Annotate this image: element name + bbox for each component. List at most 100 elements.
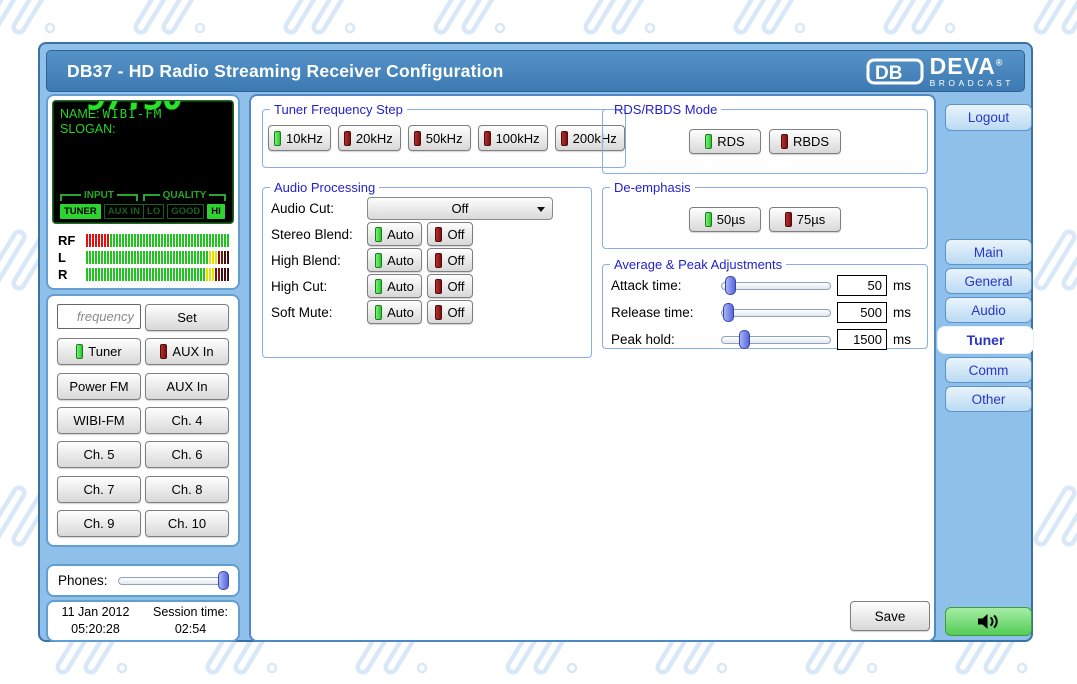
preset-ch5-button[interactable]: Ch. 5 — [57, 441, 141, 468]
slider-thumb[interactable] — [723, 303, 734, 322]
preset-wibi-fm-button[interactable]: WIBI-FM — [57, 407, 141, 434]
section-legend: Audio Processing — [270, 180, 379, 195]
audio-cut-label: Audio Cut: — [271, 201, 367, 216]
deva-logo: DB DEVA® BROADCAST — [866, 55, 1014, 88]
frequency-input[interactable] — [57, 304, 141, 329]
sidebar-item-comm[interactable]: Comm — [945, 357, 1032, 383]
led-indicator — [435, 227, 442, 242]
rbds-button[interactable]: RBDS — [769, 129, 841, 154]
led-indicator — [160, 344, 167, 359]
step-50khz-button[interactable]: 50kHz — [408, 125, 471, 151]
preset-ch7-button[interactable]: Ch. 7 — [57, 476, 141, 503]
unit-label: ms — [893, 332, 919, 347]
attack-time-slider[interactable] — [721, 276, 831, 295]
aux-in-source-button[interactable]: AUX In — [145, 338, 229, 365]
rds-button[interactable]: RDS — [689, 129, 761, 154]
section-legend: RDS/RBDS Mode — [610, 102, 721, 117]
logo-subtext: BROADCAST — [930, 79, 1014, 88]
led-indicator — [76, 344, 83, 359]
sidebar-item-general[interactable]: General — [945, 268, 1032, 294]
sidebar-item-tuner[interactable]: Tuner — [937, 326, 1034, 354]
watermark-db-icon — [1025, 0, 1077, 39]
unit-label: ms — [893, 305, 919, 320]
deva-db-mark-icon: DB — [866, 58, 924, 85]
sidebar-item-other[interactable]: Other — [945, 386, 1032, 412]
led-indicator — [781, 134, 788, 149]
watermark-db-icon — [725, 0, 807, 39]
speaker-button[interactable] — [945, 607, 1032, 636]
watermark-db-icon — [275, 0, 357, 39]
slider-thumb[interactable] — [725, 276, 736, 295]
tuner-settings-panel: Tuner Frequency Step 10kHz 20kHz 50kHz — [249, 94, 936, 642]
release-time-slider[interactable] — [721, 303, 831, 322]
high-blend-off-button[interactable]: Off — [427, 248, 473, 272]
save-button[interactable]: Save — [850, 601, 930, 631]
attack-time-label: Attack time: — [611, 278, 705, 293]
led-indicator — [435, 279, 442, 294]
preset-ch4-button[interactable]: Ch. 4 — [145, 407, 229, 434]
led-indicator — [375, 305, 382, 320]
high-cut-off-button[interactable]: Off — [427, 274, 473, 298]
session-time-label: Session time: — [143, 604, 238, 622]
high-blend-auto-button[interactable]: Auto — [367, 248, 422, 272]
soft-mute-auto-button[interactable]: Auto — [367, 300, 422, 324]
preset-aux-in-button[interactable]: AUX In — [145, 373, 229, 400]
led-indicator — [705, 134, 712, 149]
frequency-readout: 188.88 97.50 — [56, 100, 234, 224]
set-button[interactable]: Set — [145, 304, 229, 331]
sidebar-nav: Main General Audio Tuner Comm Other — [945, 239, 1032, 412]
led-indicator — [435, 253, 442, 268]
page-title: DB37 - HD Radio Streaming Receiver Confi… — [67, 61, 503, 82]
slider-thumb[interactable] — [739, 330, 750, 349]
watermark-db-icon — [0, 0, 57, 39]
sidebar-item-main[interactable]: Main — [945, 239, 1032, 265]
logo-brand: DEVA — [930, 53, 996, 79]
datetime-panel: 11 Jan 2012 05:20:28 Session time: 02:54 — [46, 600, 240, 642]
title-bar: DB37 - HD Radio Streaming Receiver Confi… — [46, 50, 1025, 92]
registered-mark: ® — [996, 57, 1004, 67]
led-indicator — [375, 253, 382, 268]
peak-hold-slider[interactable] — [721, 330, 831, 349]
preset-ch8-button[interactable]: Ch. 8 — [145, 476, 229, 503]
preset-ch9-button[interactable]: Ch. 9 — [57, 510, 141, 537]
led-indicator — [561, 131, 568, 146]
audio-cut-select[interactable]: Off — [367, 197, 553, 220]
stereo-blend-off-button[interactable]: Off — [427, 222, 473, 246]
step-20khz-button[interactable]: 20kHz — [338, 125, 401, 151]
peak-hold-label: Peak hold: — [611, 332, 705, 347]
preset-ch6-button[interactable]: Ch. 6 — [145, 441, 229, 468]
deemphasis-75us-button[interactable]: 75µs — [769, 207, 841, 232]
level-meters: RF L R — [52, 224, 234, 283]
step-100khz-button[interactable]: 100kHz — [478, 125, 548, 151]
watermark-db-icon — [125, 0, 207, 39]
audio-processing-section: Audio Processing Audio Cut: Off Stereo B… — [262, 180, 592, 358]
slider-thumb[interactable] — [218, 571, 229, 590]
step-10khz-button[interactable]: 10kHz — [268, 125, 331, 151]
high-cut-auto-button[interactable]: Auto — [367, 274, 422, 298]
average-peak-adjustments-section: Average & Peak Adjustments Attack time: … — [602, 257, 928, 349]
deva-logo-text: DEVA® BROADCAST — [930, 55, 1014, 88]
release-time-value[interactable]: 500 — [837, 302, 887, 323]
svg-text:DB: DB — [875, 63, 902, 84]
led-indicator — [484, 131, 491, 146]
stereo-blend-auto-button[interactable]: Auto — [367, 222, 422, 246]
stereo-blend-label: Stereo Blend: — [271, 227, 367, 242]
section-legend: Tuner Frequency Step — [270, 102, 407, 117]
preset-ch10-button[interactable]: Ch. 10 — [145, 510, 229, 537]
section-legend: Average & Peak Adjustments — [610, 257, 786, 272]
logout-button[interactable]: Logout — [945, 104, 1032, 131]
phones-volume-slider[interactable] — [118, 571, 228, 590]
tuner-frequency-step-section: Tuner Frequency Step 10kHz 20kHz 50kHz — [262, 102, 626, 168]
unit-label: ms — [893, 278, 919, 293]
deemphasis-50us-button[interactable]: 50µs — [689, 207, 761, 232]
high-cut-label: High Cut: — [271, 279, 367, 294]
attack-time-value[interactable]: 50 — [837, 275, 887, 296]
tuner-source-button[interactable]: Tuner — [57, 338, 141, 365]
soft-mute-off-button[interactable]: Off — [427, 300, 473, 324]
led-indicator — [375, 227, 382, 242]
peak-hold-value[interactable]: 1500 — [837, 329, 887, 350]
date-value: 11 Jan 2012 — [48, 604, 143, 622]
sidebar-item-audio[interactable]: Audio — [945, 297, 1032, 323]
watermark-db-icon — [575, 0, 657, 39]
preset-power-fm-button[interactable]: Power FM — [57, 373, 141, 400]
